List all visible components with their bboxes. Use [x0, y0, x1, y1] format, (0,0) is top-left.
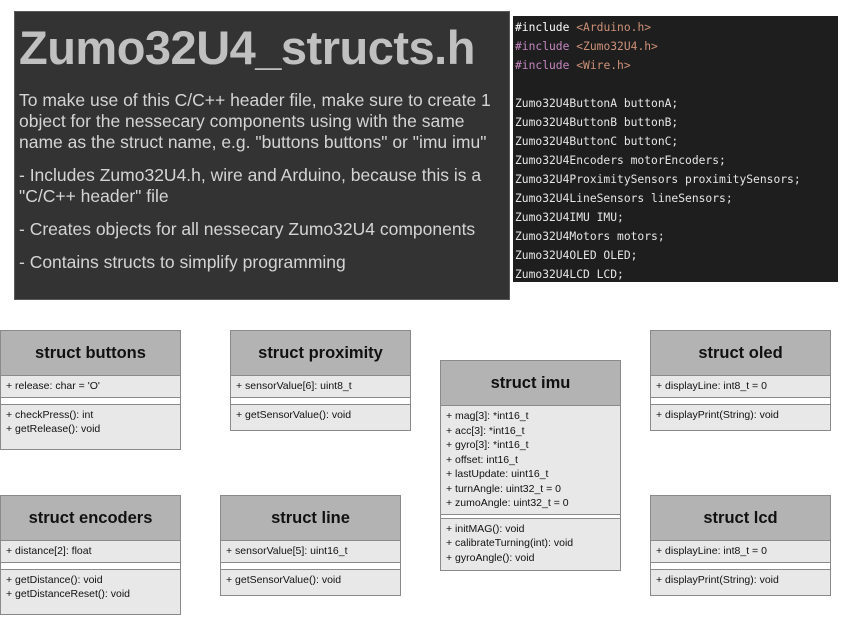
struct-attribute: + sensorValue[6]: uint8_t: [236, 380, 352, 392]
struct-operation: + getDistanceReset(): void: [6, 588, 131, 600]
struct-separator: [651, 396, 830, 405]
struct-operations: + getSensorValue(): void: [221, 569, 400, 590]
struct-attribute: + sensorValue[5]: uint16_t: [226, 545, 348, 557]
struct-operations: + displayPrint(String): void: [651, 569, 830, 590]
struct-attributes: + sensorValue[6]: uint8_t: [231, 376, 410, 397]
struct-operations: + getSensorValue(): void: [231, 404, 410, 425]
struct-separator: [1, 561, 180, 570]
intro-body: To make use of this C/C++ header file, m…: [19, 90, 509, 285]
struct-attribute: + release: char = 'O': [6, 380, 100, 392]
struct-operations: + displayPrint(String): void: [651, 404, 830, 425]
struct-attributes: + displayLine: int8_t = 0: [651, 541, 830, 562]
code-line-declaration: Zumo32U4ButtonA buttonA;: [515, 97, 679, 110]
include-keyword: #include: [515, 59, 570, 72]
code-line-declaration: Zumo32U4LCD LCD;: [515, 268, 624, 281]
struct-attribute: + displayLine: int8_t = 0: [656, 545, 767, 557]
code-line-declaration: Zumo32U4ButtonC buttonC;: [515, 135, 679, 148]
struct-attribute: + acc[3]: *int16_t: [446, 424, 525, 437]
struct-operations: + initMAG(): void + calibrateTurning(int…: [441, 518, 620, 568]
intro-panel: Zumo32U4_structs.h To make use of this C…: [14, 11, 510, 300]
struct-attributes: + mag[3]: *int16_t + acc[3]: *int16_t + …: [441, 406, 620, 514]
intro-paragraph: - Creates objects for all nessecary Zumo…: [19, 219, 476, 239]
intro-paragraph: - Includes Zumo32U4.h, wire and Arduino,…: [19, 165, 482, 206]
code-line-declaration: Zumo32U4ProximitySensors proximitySensor…: [515, 173, 801, 186]
struct-separator: [1, 396, 180, 405]
struct-attribute: + gyro[3]: *int16_t: [446, 439, 529, 451]
struct-title: struct encoders: [1, 496, 180, 541]
struct-operation: + gyroAngle(): void: [446, 551, 535, 564]
code-line-include: #include <Wire.h>: [513, 56, 838, 75]
struct-proximity-box: struct proximity + sensorValue[6]: uint8…: [230, 330, 411, 431]
include-file: <Zumo32U4.h>: [576, 40, 658, 53]
struct-operation: + calibrateTurning(int): void: [446, 537, 574, 549]
struct-title: struct proximity: [231, 331, 410, 376]
struct-imu-box: struct imu + mag[3]: *int16_t + acc[3]: …: [440, 360, 621, 571]
struct-operation: + getSensorValue(): void: [236, 408, 352, 421]
include-file: <Arduino.h>: [576, 21, 652, 34]
code-line-declaration: Zumo32U4IMU IMU;: [515, 211, 624, 224]
struct-operation: + displayPrint(String): void: [656, 573, 779, 586]
code-line-include: #include <Zumo32U4.h>: [513, 37, 838, 56]
struct-oled-box: struct oled + displayLine: int8_t = 0 + …: [650, 330, 831, 431]
code-line-declaration: Zumo32U4Motors motors;: [515, 230, 665, 243]
struct-operations: + getDistance(): void + getDistanceReset…: [1, 569, 180, 605]
struct-attribute: + offset: int16_t: [446, 453, 518, 466]
struct-attribute: + lastUpdate: uint16_t: [446, 468, 549, 480]
struct-separator: [231, 396, 410, 405]
struct-operation: + initMAG(): void: [446, 522, 525, 535]
struct-operation: + checkPress(): int: [6, 408, 94, 421]
struct-operations: + checkPress(): int + getRelease(): void: [1, 404, 180, 440]
struct-title: struct imu: [441, 361, 620, 406]
include-keyword: #include: [515, 40, 570, 53]
intro-title: Zumo32U4_structs.h: [19, 21, 475, 74]
struct-separator: [651, 561, 830, 570]
include-keyword: #include: [515, 21, 570, 34]
struct-operation: + getRelease(): void: [6, 423, 101, 435]
struct-operation: + getDistance(): void: [6, 573, 103, 586]
struct-attribute: + zumoAngle: uint32_t = 0: [446, 497, 569, 509]
struct-operation: + getSensorValue(): void: [226, 573, 342, 586]
struct-attribute: + turnAngle: uint32_t = 0: [446, 482, 562, 495]
struct-title: struct line: [221, 496, 400, 541]
struct-encoders-box: struct encoders + distance[2]: float + g…: [0, 495, 181, 615]
struct-lcd-box: struct lcd + displayLine: int8_t = 0 + d…: [650, 495, 831, 596]
struct-line-box: struct line + sensorValue[5]: uint16_t +…: [220, 495, 401, 596]
struct-operation: + displayPrint(String): void: [656, 408, 779, 421]
code-line-declaration: Zumo32U4LineSensors lineSensors;: [515, 192, 733, 205]
code-line-include: #include <Arduino.h>: [513, 18, 838, 37]
code-panel: #include <Arduino.h> #include <Zumo32U4.…: [513, 16, 838, 282]
code-line-declaration: Zumo32U4Encoders motorEncoders;: [515, 154, 726, 167]
intro-paragraph: To make use of this C/C++ header file, m…: [19, 90, 491, 152]
struct-title: struct lcd: [651, 496, 830, 541]
code-line-declaration: Zumo32U4ButtonB buttonB;: [515, 116, 679, 129]
struct-attribute: + distance[2]: float: [6, 545, 92, 557]
struct-title: struct oled: [651, 331, 830, 376]
struct-attributes: + distance[2]: float: [1, 541, 180, 562]
struct-attribute: + mag[3]: *int16_t: [446, 410, 529, 422]
struct-separator: [221, 561, 400, 570]
intro-paragraph: - Contains structs to simplify programmi…: [19, 252, 346, 272]
struct-buttons-box: struct buttons + release: char = 'O' + c…: [0, 330, 181, 450]
code-line-declaration: Zumo32U4OLED OLED;: [515, 249, 638, 262]
struct-attributes: + release: char = 'O': [1, 376, 180, 397]
struct-attribute: + displayLine: int8_t = 0: [656, 380, 767, 392]
struct-attributes: + displayLine: int8_t = 0: [651, 376, 830, 397]
include-file: <Wire.h>: [576, 59, 631, 72]
struct-attributes: + sensorValue[5]: uint16_t: [221, 541, 400, 562]
struct-title: struct buttons: [1, 331, 180, 376]
